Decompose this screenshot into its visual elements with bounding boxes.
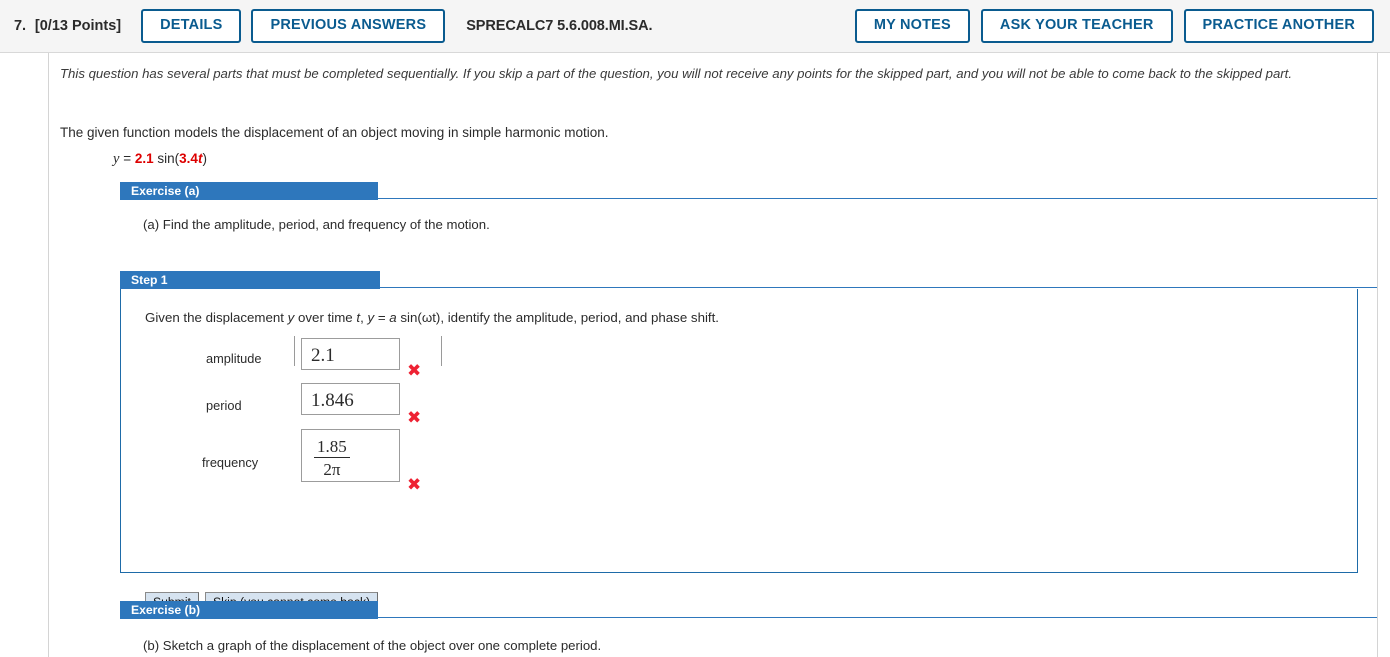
equation-omega: 3.4 [179, 151, 198, 166]
sequential-notice: This question has several parts that mus… [60, 66, 1293, 81]
details-button[interactable]: DETAILS [141, 9, 242, 43]
model-equation: y = 2.1 sin(3.4t) [113, 151, 207, 168]
question-number: 7. [14, 18, 26, 34]
header-right-actions: MY NOTES ASK YOUR TEACHER PRACTICE ANOTH… [844, 9, 1374, 43]
question-page: 7. [0/13 Points] DETAILS PREVIOUS ANSWER… [0, 0, 1390, 657]
step-1-instruction-eq: = [374, 310, 390, 325]
amplitude-value: 2.1 [311, 345, 335, 366]
equation-equals: = [123, 151, 132, 166]
previous-answers-button[interactable]: PREVIOUS ANSWERS [251, 9, 446, 43]
frequency-input[interactable]: 1.85 2π [301, 429, 400, 482]
period-incorrect-icon: ✖ [407, 408, 422, 428]
step-1-tab-label: Step 1 [120, 271, 380, 289]
my-notes-button[interactable]: MY NOTES [854, 9, 970, 43]
problem-statement: The given function models the displaceme… [60, 125, 609, 140]
right-rail-divider [1377, 53, 1378, 657]
step-1-instruction: Given the displacement y over time t, y … [145, 310, 719, 325]
ask-your-teacher-button[interactable]: ASK YOUR TEACHER [980, 9, 1173, 43]
step-1-rule [380, 287, 1377, 288]
frequency-incorrect-icon: ✖ [407, 475, 422, 495]
frequency-numerator: 1.85 [314, 437, 350, 458]
exercise-a-tab-label: Exercise (a) [120, 182, 378, 200]
question-code: SPRECALC7 5.6.008.MI.SA. [466, 18, 653, 34]
amplitude-input[interactable]: 2.1 [301, 338, 400, 370]
question-content: This question has several parts that mus… [49, 53, 1377, 657]
frequency-denominator: 2π [323, 459, 341, 479]
period-input[interactable]: 1.846 [301, 383, 400, 415]
exercise-a-prompt: (a) Find the amplitude, period, and freq… [143, 217, 490, 232]
equation-close-paren: ) [202, 151, 207, 166]
question-header-bar: 7. [0/13 Points] DETAILS PREVIOUS ANSWER… [0, 0, 1390, 53]
step-1-instruction-pre: Given the displacement [145, 310, 288, 325]
period-value: 1.846 [311, 390, 354, 411]
frequency-label: frequency [202, 455, 259, 470]
equation-sin: sin( [157, 151, 180, 166]
exercise-a-rule [378, 198, 1377, 199]
amplitude-incorrect-icon: ✖ [407, 361, 422, 381]
step-1-header: Step 1 [120, 271, 1377, 289]
amplitude-right-delimiter [441, 336, 442, 366]
frequency-fraction: 1.85 2π [314, 437, 350, 480]
step-1-instruction-tail: identify the amplitude, period, and phas… [447, 310, 719, 325]
points-badge: [0/13 Points] [34, 18, 122, 34]
exercise-b-header: Exercise (b) [120, 601, 1377, 619]
step-1-var-a: a [389, 310, 397, 325]
period-label: period [206, 398, 242, 413]
amplitude-label: amplitude [206, 351, 262, 366]
exercise-b-rule [378, 617, 1377, 618]
practice-another-button[interactable]: PRACTICE ANOTHER [1183, 9, 1374, 43]
exercise-b-prompt: (b) Sketch a graph of the displacement o… [143, 638, 602, 653]
step-1-instruction-sin: sin(ωt), [396, 310, 448, 325]
exercise-a-header: Exercise (a) [120, 182, 1377, 200]
exercise-b-tab-label: Exercise (b) [120, 601, 378, 619]
step-1-instruction-mid: over time [294, 310, 357, 325]
equation-amplitude: 2.1 [134, 151, 154, 166]
amplitude-left-delimiter [294, 336, 295, 366]
